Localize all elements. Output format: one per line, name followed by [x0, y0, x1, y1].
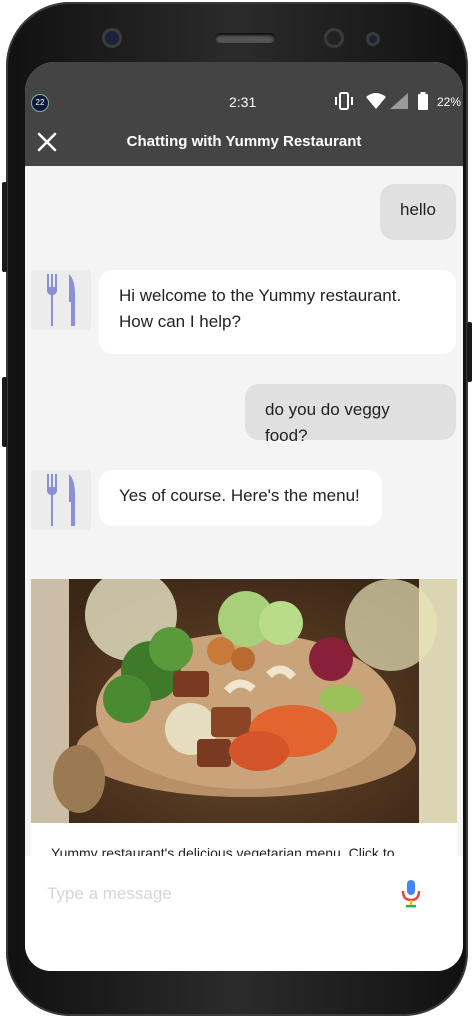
bot-message: Hi welcome to the Yummy restaurant. How …	[99, 270, 456, 354]
message-list[interactable]: hello Hi welcome to the Yummy restaurant…	[25, 166, 463, 857]
bot-avatar	[31, 270, 91, 330]
proximity-sensor	[366, 32, 380, 46]
volume-button	[2, 182, 7, 272]
menu-card[interactable]: Yummy restaurant's delicious vegetarian …	[31, 579, 457, 857]
notification-badge: 22	[31, 94, 49, 112]
user-message: hello	[380, 184, 456, 240]
battery-percent: 22%	[437, 95, 462, 109]
bot-message: Yes of course. Here's the menu!	[99, 470, 382, 526]
earpiece-speaker	[215, 33, 275, 43]
chat-title: Chatting with Yummy Restaurant	[126, 133, 362, 150]
message-text: do you do veggy food?	[265, 400, 390, 445]
message-composer	[25, 856, 463, 971]
bot-avatar	[31, 470, 91, 530]
battery-icon	[418, 92, 428, 110]
fork-knife-icon	[47, 274, 75, 326]
wifi-icon	[366, 93, 386, 109]
message-text: Hi welcome to the Yummy restaurant. How …	[119, 286, 402, 331]
status-time: 2:31	[229, 94, 257, 110]
menu-image[interactable]	[31, 579, 457, 823]
app-screen: 22 2:31 22% Chatting with Yummy Restaura…	[25, 62, 463, 971]
phone-frame: 22 2:31 22% Chatting with Yummy Restaura…	[2, 2, 472, 1016]
front-camera	[102, 28, 122, 48]
user-message: do you do veggy food?	[245, 384, 456, 445]
vibrate-icon	[335, 92, 353, 110]
microphone-icon[interactable]	[399, 878, 423, 908]
cell-signal-icon	[390, 93, 408, 109]
fork-knife-icon	[47, 474, 75, 526]
bixby-button	[467, 322, 472, 382]
iris-sensor	[324, 28, 344, 48]
message-input[interactable]	[45, 876, 389, 912]
message-text: hello	[400, 200, 436, 219]
power-button	[2, 377, 7, 447]
chat-header: Chatting with Yummy Restaurant	[25, 118, 463, 166]
message-text: Yes of course. Here's the menu!	[119, 486, 360, 505]
